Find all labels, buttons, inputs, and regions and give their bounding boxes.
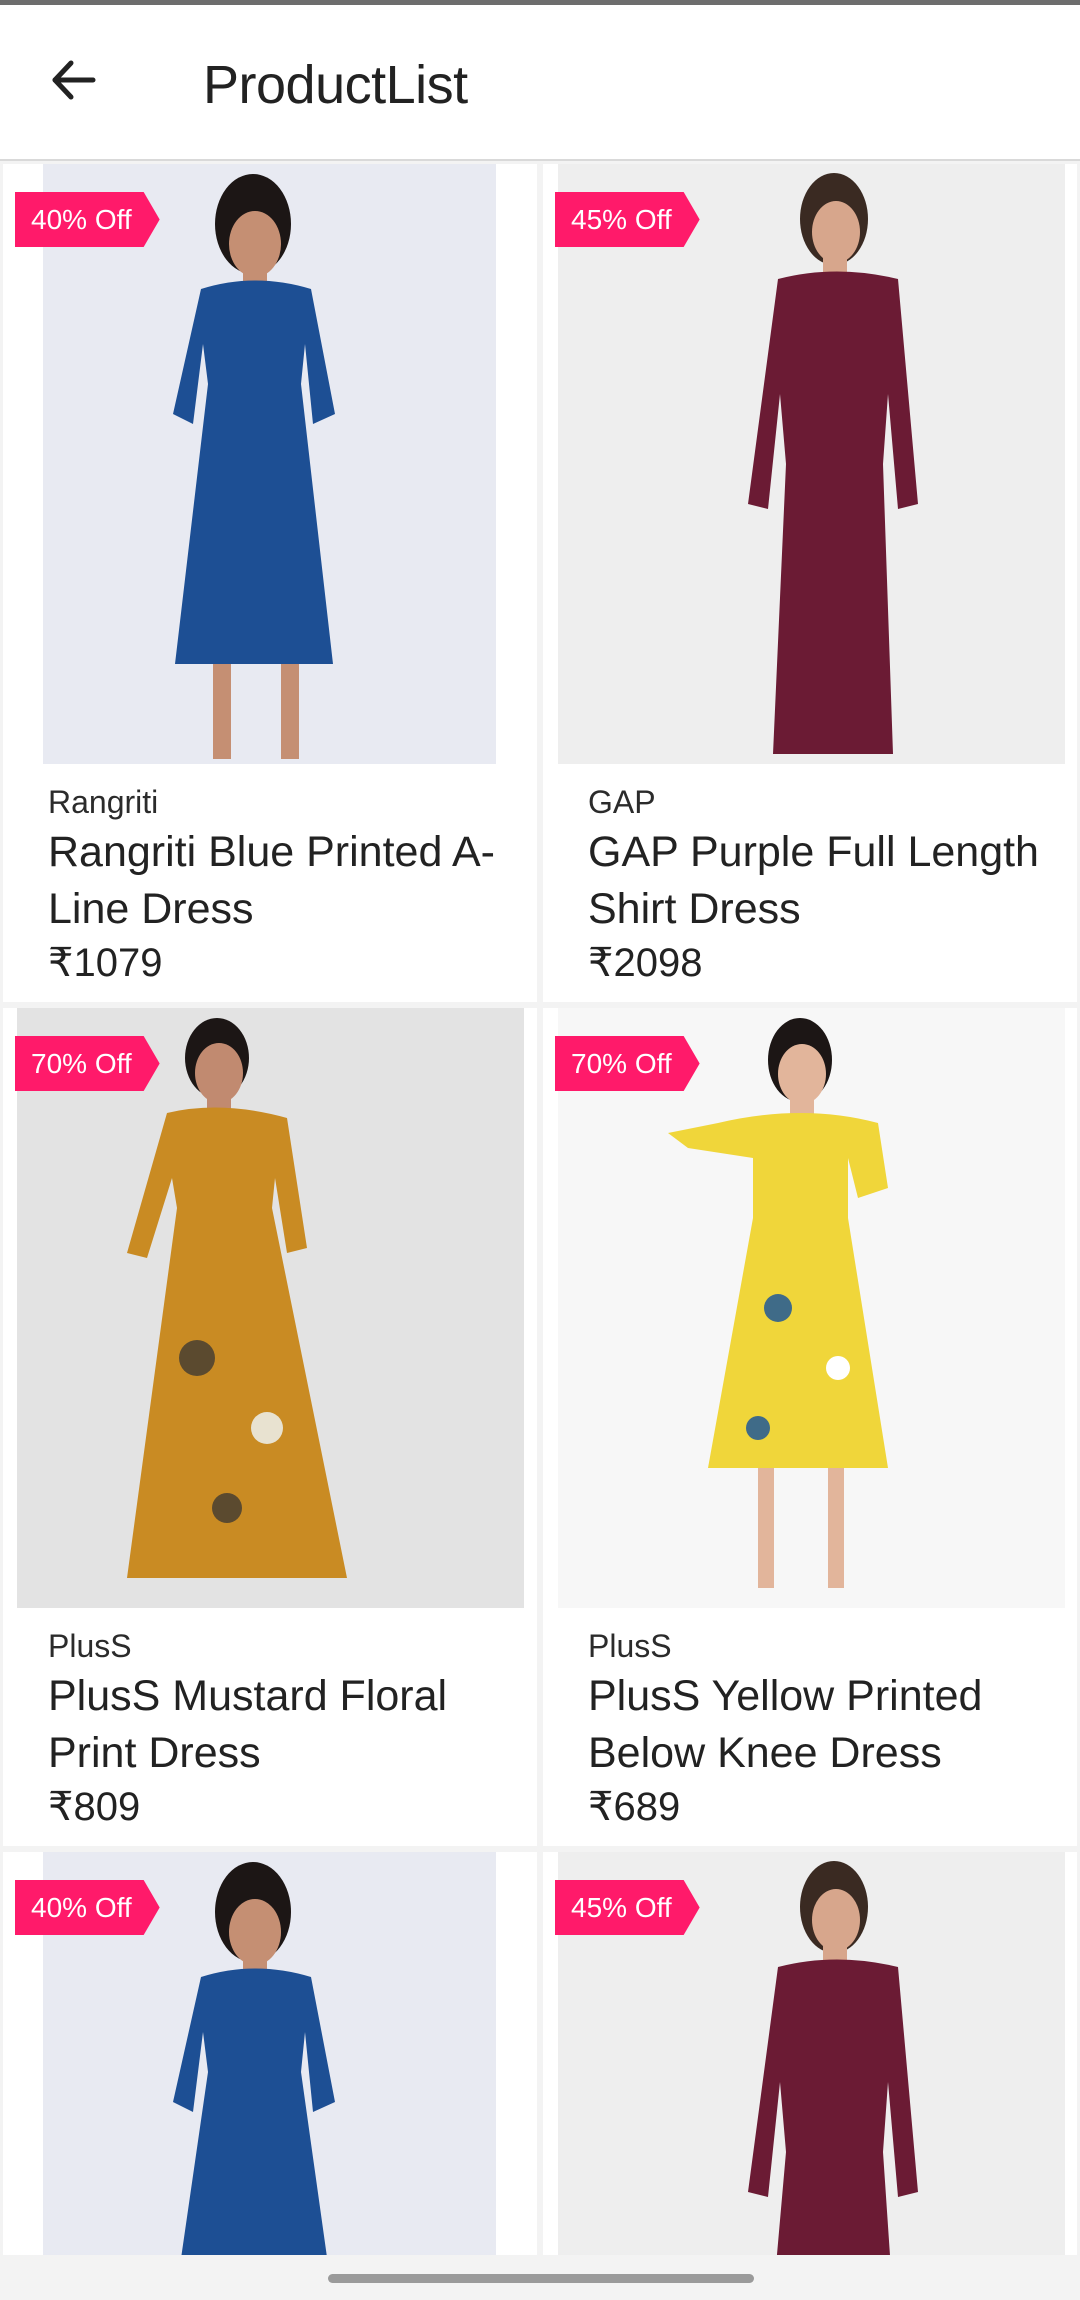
product-name: Rangriti Blue Printed A-Line Dress [48,828,495,933]
discount-badge: 40% Off [15,192,160,247]
product-brand: PlusS [588,1628,672,1664]
product-card[interactable]: 40% Off Rangriti Rangriti Blue Printed A… [3,164,537,1002]
discount-badge: 45% Off [555,1880,700,1935]
product-image [17,1008,524,1608]
product-name: GAP Purple Full Length Shirt Dress [588,828,1039,933]
product-image [43,164,496,764]
product-brand: PlusS [48,1628,132,1664]
discount-badge: 40% Off [15,1880,160,1935]
product-card[interactable]: 40% Off [3,1852,537,2300]
product-price: ₹2098 [588,941,703,985]
back-button[interactable] [38,45,108,115]
discount-badge: 45% Off [555,192,700,247]
product-name: PlusS Mustard Floral Print Dress [48,1672,448,1777]
product-brand: Rangriti [48,784,159,820]
product-image [558,1008,1065,1608]
product-name: PlusS Yellow Printed Below Knee Dress [588,1672,983,1777]
page-title: ProductList [203,55,468,115]
arrow-left-icon [52,60,96,100]
product-card[interactable]: 45% Off GAP GAP Purple Full Length Shirt… [543,164,1077,1002]
discount-badge: 70% Off [15,1036,160,1091]
product-price: ₹1079 [48,941,163,985]
product-price: ₹689 [588,1785,681,1829]
product-image [558,164,1065,764]
product-price: ₹809 [48,1785,141,1829]
product-card[interactable]: 70% Off PlusS PlusS Mustard Floral Print… [3,1008,537,1846]
app-bar: ProductList [0,5,1080,161]
discount-badge: 70% Off [555,1036,700,1091]
product-card[interactable]: 45% Off [543,1852,1077,2300]
product-brand: GAP [588,784,656,820]
product-card[interactable]: 70% Off PlusS PlusS Yellow Printed Below… [543,1008,1077,1846]
home-indicator[interactable] [328,2274,754,2283]
